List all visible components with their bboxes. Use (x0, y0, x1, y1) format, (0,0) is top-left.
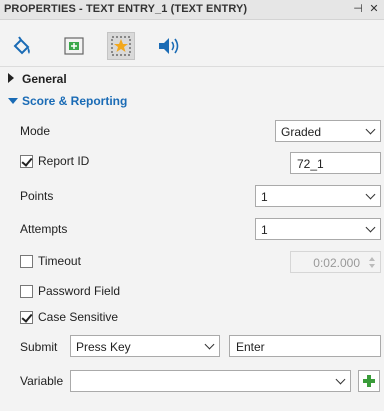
collapse-arrow-icon (8, 98, 18, 104)
star-interaction-icon (111, 36, 131, 56)
close-icon[interactable]: ✕ (367, 2, 381, 16)
tab-interaction[interactable] (107, 32, 135, 60)
submit-key-value: Enter (236, 340, 265, 354)
section-general-label: General (22, 72, 67, 86)
report-id-input[interactable]: 72_1 (290, 152, 381, 174)
points-label: Points (20, 189, 54, 203)
section-score-reporting-label: Score & Reporting (22, 94, 128, 108)
attempts-label: Attempts (20, 222, 68, 236)
timeout-checkbox[interactable] (20, 255, 33, 268)
submit-key-input[interactable]: Enter (229, 335, 381, 357)
attempts-select[interactable]: 1 (255, 218, 381, 240)
case-sensitive-checkbox[interactable] (20, 311, 33, 324)
paint-bucket-icon (13, 36, 30, 55)
mode-label: Mode (20, 124, 51, 138)
audio-speaker-icon (159, 38, 179, 54)
chevron-down-icon (204, 339, 215, 350)
chevron-down-icon (335, 374, 346, 385)
submit-label: Submit (20, 340, 58, 354)
variable-label: Variable (20, 374, 64, 388)
plus-icon-vertical (367, 375, 371, 387)
variable-select[interactable] (70, 370, 351, 392)
section-score-reporting[interactable]: Score & Reporting (0, 91, 384, 111)
chevron-down-icon (365, 189, 376, 200)
spin-up-icon (369, 257, 375, 261)
section-general[interactable]: General (0, 69, 384, 89)
move-position-icon (64, 37, 84, 55)
checkmark-icon (21, 155, 33, 167)
property-tabs (0, 20, 384, 67)
spin-down-icon (369, 264, 375, 268)
tab-position[interactable] (60, 32, 88, 60)
panel-title: PROPERTIES - TEXT ENTRY_1 (TEXT ENTRY) (4, 3, 248, 15)
submit-value: Press Key (76, 340, 131, 354)
password-field-checkbox[interactable] (20, 285, 33, 298)
attempts-value: 1 (261, 223, 268, 237)
add-variable-button[interactable] (358, 370, 380, 392)
chevron-down-icon (365, 222, 376, 233)
pin-icon[interactable]: ⊣ (351, 2, 365, 16)
tab-style[interactable] (8, 32, 36, 60)
panel-title-bar: PROPERTIES - TEXT ENTRY_1 (TEXT ENTRY) ⊣… (0, 0, 384, 20)
mode-select[interactable]: Graded (275, 120, 381, 142)
mode-value: Graded (281, 125, 322, 139)
report-id-label: Report ID (38, 154, 90, 168)
password-field-label: Password Field (38, 284, 121, 298)
report-id-checkbox[interactable] (20, 155, 33, 168)
tab-audio[interactable] (155, 32, 183, 60)
case-sensitive-label: Case Sensitive (38, 310, 119, 324)
checkmark-icon (21, 311, 33, 323)
timeout-value: 0:02.000 (313, 256, 360, 270)
points-value: 1 (261, 190, 268, 204)
points-select[interactable]: 1 (255, 185, 381, 207)
timeout-label: Timeout (38, 254, 81, 268)
submit-select[interactable]: Press Key (70, 335, 220, 357)
report-id-value: 72_1 (297, 157, 324, 171)
chevron-down-icon (365, 124, 376, 135)
timeout-input[interactable]: 0:02.000 (290, 251, 381, 273)
expand-arrow-icon (8, 73, 14, 83)
